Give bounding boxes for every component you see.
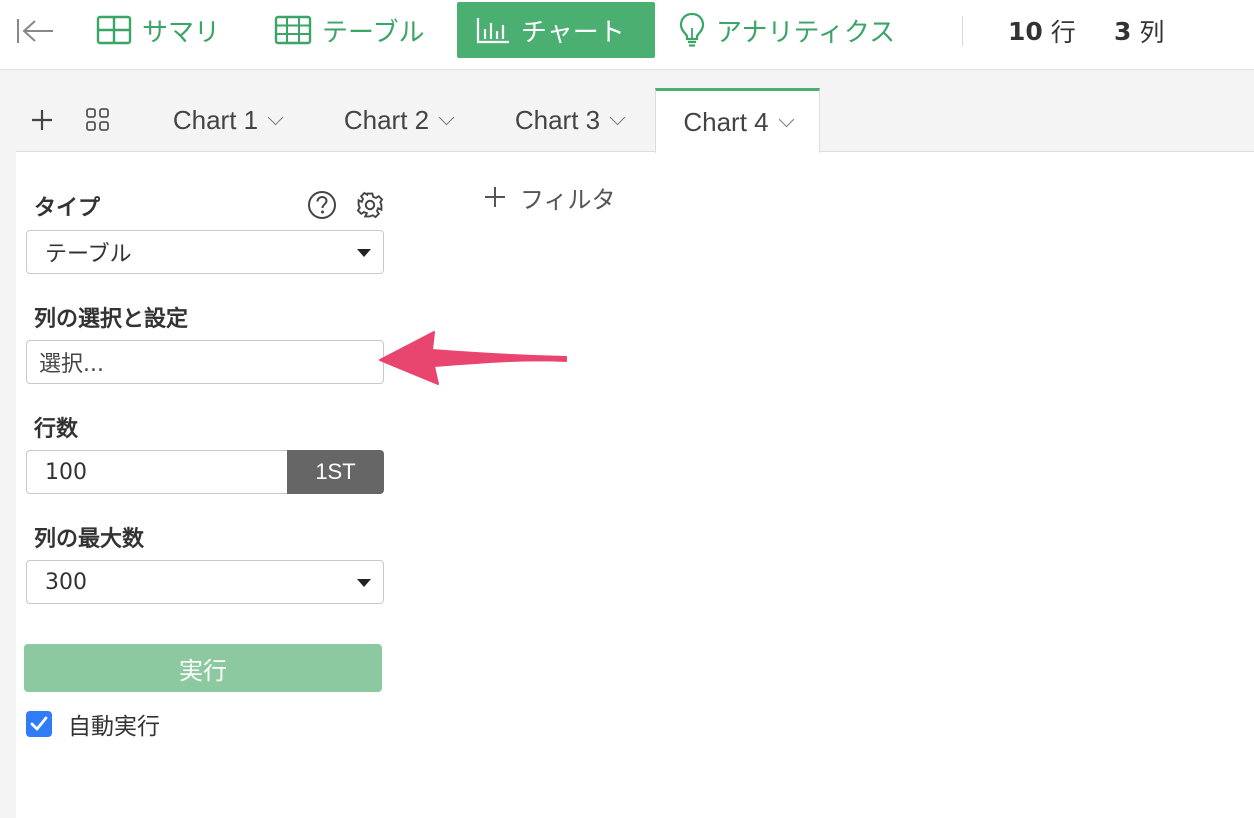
table-icon xyxy=(274,15,312,45)
collapse-left-button[interactable] xyxy=(14,12,56,50)
plus-icon xyxy=(32,110,52,130)
max-columns-label: 列の最大数 xyxy=(34,527,145,552)
lightbulb-icon xyxy=(679,12,705,47)
nav-chart-label: チャート xyxy=(521,17,625,48)
chart-icon xyxy=(476,18,509,44)
nav-summary[interactable]: サマリ xyxy=(86,2,230,58)
column-count-unit: 列 xyxy=(1139,18,1165,47)
row-limit-label: 行数 xyxy=(34,417,79,442)
checkmark-icon xyxy=(30,716,48,731)
column-count: 3 列 xyxy=(1114,12,1164,50)
plus-icon xyxy=(485,187,505,207)
annotation-arrow-icon xyxy=(379,331,567,385)
chevron-down-icon[interactable] xyxy=(609,109,626,125)
chevron-down-icon[interactable] xyxy=(778,111,794,127)
left-gutter xyxy=(0,152,16,818)
nav-summary-label: サマリ xyxy=(142,17,221,48)
chart-type-value: テーブル xyxy=(45,242,132,267)
caret-down-icon xyxy=(357,249,371,257)
chart-type-select[interactable]: テーブル xyxy=(26,230,384,274)
caret-down-icon xyxy=(357,579,371,587)
max-columns-select[interactable]: 300 xyxy=(26,560,384,604)
row-limit-value: 100 xyxy=(45,459,87,485)
tab-label: Chart 1 xyxy=(172,104,259,135)
tab-chart-3[interactable]: Chart 3 xyxy=(501,88,637,152)
gear-icon xyxy=(356,191,384,219)
nav-table-label: テーブル xyxy=(322,17,425,48)
auto-run-checkbox[interactable] xyxy=(26,711,52,737)
column-select-input[interactable]: 選択... xyxy=(26,340,384,384)
chart-grid-view-button[interactable] xyxy=(82,104,114,136)
chart-type-label: タイプ xyxy=(34,196,101,221)
settings-button[interactable] xyxy=(355,190,385,220)
grid-view-icon xyxy=(86,108,109,131)
max-columns-value: 300 xyxy=(45,569,87,595)
tab-label: Chart 3 xyxy=(514,104,601,135)
tab-chart-1[interactable]: Chart 1 xyxy=(160,88,294,152)
row-order-button[interactable]: 1ST xyxy=(287,450,384,494)
nav-table[interactable]: テーブル xyxy=(264,2,434,58)
run-button-label: 実行 xyxy=(179,656,227,685)
toolbar-divider xyxy=(962,16,963,46)
row-order-label: 1ST xyxy=(315,459,356,484)
add-chart-button[interactable] xyxy=(26,104,58,136)
nav-chart[interactable]: チャート xyxy=(457,2,655,58)
chevron-down-icon[interactable] xyxy=(438,109,455,125)
row-count: 10 行 xyxy=(1008,12,1076,50)
add-filter-button[interactable]: フィルタ xyxy=(484,180,616,214)
row-count-unit: 行 xyxy=(1050,18,1076,47)
collapse-left-icon xyxy=(17,19,53,43)
run-button[interactable]: 実行 xyxy=(24,644,382,692)
nav-analytics-label: アナリティクス xyxy=(716,17,896,48)
chevron-down-icon[interactable] xyxy=(267,109,284,125)
help-icon xyxy=(308,191,336,219)
tab-label: Chart 4 xyxy=(683,106,769,137)
tab-chart-4[interactable]: Chart 4 xyxy=(655,88,820,153)
row-limit-input[interactable]: 100 xyxy=(26,450,287,494)
add-filter-label: フィルタ xyxy=(520,185,616,214)
column-count-value: 3 xyxy=(1114,16,1132,46)
auto-run-row: 自動実行 xyxy=(26,710,160,740)
column-select-placeholder: 選択... xyxy=(39,352,104,377)
column-settings-label: 列の選択と設定 xyxy=(34,307,189,332)
nav-analytics[interactable]: アナリティクス xyxy=(668,2,905,58)
row-limit-group: 100 1ST xyxy=(26,450,384,494)
summary-grid-icon xyxy=(96,15,132,45)
top-toolbar: サマリ テーブル チャート アナリティクス 10 行 3 列 xyxy=(0,0,1254,70)
tab-label: Chart 2 xyxy=(343,104,430,135)
row-count-value: 10 xyxy=(1008,16,1043,46)
auto-run-label: 自動実行 xyxy=(68,714,160,740)
tab-chart-2[interactable]: Chart 2 xyxy=(330,88,466,152)
help-button[interactable] xyxy=(307,190,337,220)
